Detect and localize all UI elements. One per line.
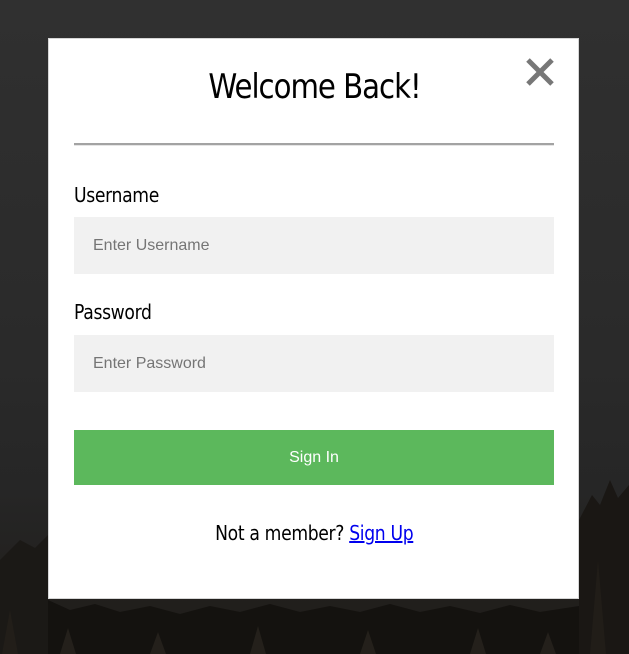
sign-in-button[interactable]: Sign In (74, 430, 554, 485)
username-input[interactable] (74, 217, 554, 274)
signup-prompt-text: Not a member? (215, 521, 345, 545)
title-divider (74, 143, 554, 146)
password-label: Password (74, 300, 152, 324)
modal-title: Welcome Back! (208, 67, 421, 107)
signup-prompt: Not a member? Sign Up (49, 521, 580, 545)
password-input[interactable] (74, 335, 554, 392)
username-label: Username (74, 183, 159, 207)
login-modal: Welcome Back! Username Password Sign In … (48, 38, 579, 599)
sign-up-link[interactable]: Sign Up (349, 521, 413, 545)
